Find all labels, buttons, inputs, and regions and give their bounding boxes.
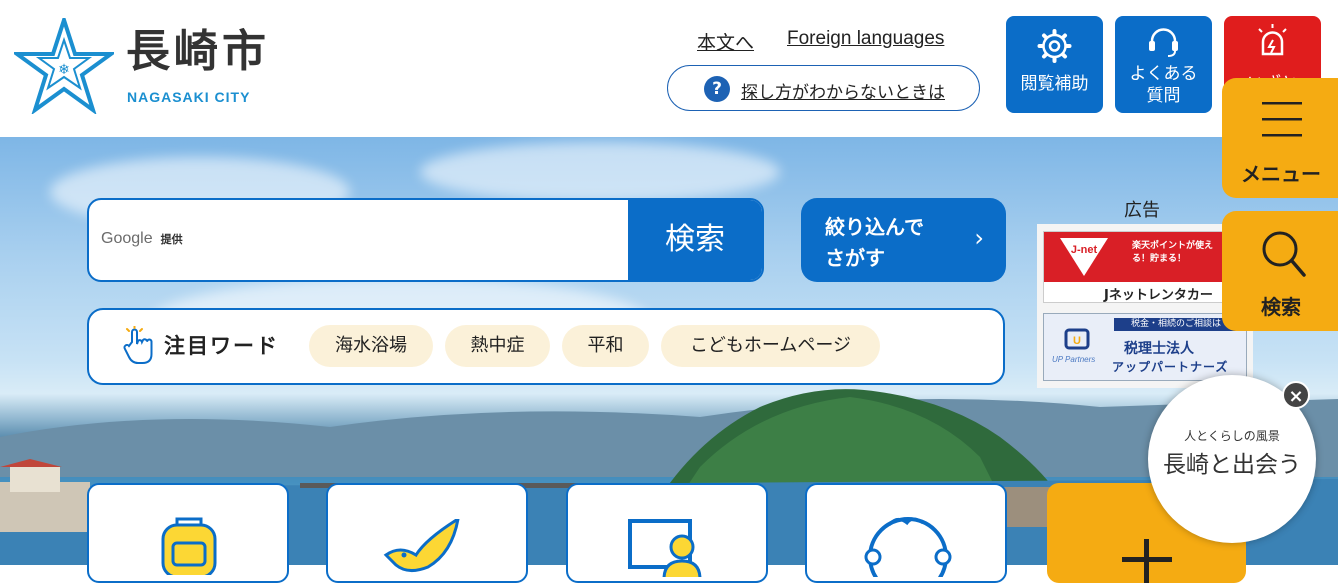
- refine-label-line1: 絞り込んで: [825, 215, 924, 239]
- ad2-top: 税金・相続のご相談は: [1114, 318, 1238, 331]
- attention-words-title: 注目ワード: [164, 334, 279, 358]
- category-card-peace[interactable]: [326, 483, 528, 583]
- ad2-line1: 税理士法人: [1124, 341, 1194, 357]
- menu-label: メニュー: [1241, 162, 1321, 186]
- category-card-procedures[interactable]: [566, 483, 768, 583]
- category-card-childcare[interactable]: [805, 483, 1007, 583]
- ad2-line2: アップパートナーズ: [1112, 360, 1229, 374]
- gear-icon: [1037, 29, 1072, 63]
- close-icon[interactable]: ×: [1282, 381, 1310, 409]
- accessibility-label: 閲覧補助: [1020, 74, 1089, 94]
- person-screen-icon: [628, 519, 702, 577]
- ad-banner-up-partners[interactable]: 税金・相続のご相談は U UP Partners 税理士法人 アップパートナーズ: [1043, 313, 1247, 381]
- promo-title: 長崎と出会う: [1163, 452, 1301, 478]
- svg-text:U: U: [1073, 335, 1081, 347]
- help-search-button[interactable]: ? 探し方がわからないときは: [667, 65, 980, 111]
- skip-to-main-link[interactable]: 本文へ: [697, 28, 754, 55]
- keyword-chip[interactable]: 熱中症: [445, 325, 550, 367]
- accessibility-button[interactable]: 閲覧補助: [1006, 16, 1103, 113]
- search-input[interactable]: [89, 200, 643, 280]
- keyword-chip[interactable]: 平和: [562, 325, 649, 367]
- ad1-badge: 楽天ポイントが使える！貯まる！: [1132, 241, 1214, 264]
- alarm-icon: [1258, 24, 1287, 56]
- site-search-form: Google 提供 検索: [87, 198, 764, 282]
- svg-text:❄: ❄: [58, 62, 70, 78]
- hamburger-icon: [1262, 102, 1302, 137]
- dove-icon: [383, 519, 460, 572]
- headset-icon: [1149, 28, 1178, 57]
- jnet-logo-icon: J-net: [1060, 238, 1108, 276]
- ad-label: 広告: [1124, 200, 1160, 221]
- help-search-label: 探し方がわからないときは: [741, 83, 945, 103]
- ad-banner-jnet[interactable]: J-net 楽天ポイントが使える！貯まる！ Jネットレンタカー: [1043, 231, 1247, 303]
- logo-subtitle: NAGASAKI CITY: [127, 89, 251, 105]
- up-partners-logo-text: UP Partners: [1052, 355, 1095, 364]
- jnet-logo-text: J-net: [1071, 244, 1098, 256]
- logo-title[interactable]: 長崎市: [126, 30, 270, 74]
- backpack-icon: [161, 517, 217, 575]
- site-header: ❄ 長崎市 NAGASAKI CITY 本文へ Foreign language…: [0, 0, 1338, 137]
- nagasaki-star-logo-icon[interactable]: ❄: [14, 18, 114, 114]
- side-search-button[interactable]: 検索: [1222, 211, 1338, 331]
- ad1-title: Jネットレンタカー: [1104, 288, 1213, 303]
- chevron-right-icon: ›: [974, 224, 984, 252]
- keyword-chip[interactable]: こどもホームページ: [661, 325, 880, 367]
- up-partners-logo-icon: U UP Partners: [1052, 328, 1095, 364]
- faq-label: よくある 質問: [1129, 64, 1198, 106]
- question-icon: ?: [704, 76, 730, 102]
- menu-button[interactable]: メニュー: [1222, 78, 1338, 198]
- magnifier-icon: [1262, 231, 1306, 277]
- promo-subtitle: 人とくらしの風景: [1184, 429, 1280, 443]
- plus-icon: [1122, 539, 1172, 583]
- category-card-school[interactable]: [87, 483, 289, 583]
- pointing-hand-icon: [123, 326, 153, 364]
- keyword-chip[interactable]: 海水浴場: [309, 325, 433, 367]
- baby-face-icon: [864, 517, 952, 577]
- search-button[interactable]: 検索: [628, 200, 762, 280]
- ad-area: J-net 楽天ポイントが使える！貯まる！ Jネットレンタカー 税金・相続のご相…: [1037, 224, 1253, 388]
- refine-search-button[interactable]: 絞り込んで さがす ›: [801, 198, 1006, 282]
- side-search-label: 検索: [1261, 295, 1301, 319]
- foreign-languages-link[interactable]: Foreign languages: [787, 28, 944, 50]
- refine-label-line2: さがす: [825, 246, 885, 270]
- faq-button[interactable]: よくある 質問: [1115, 16, 1212, 113]
- attention-words-panel: 注目ワード 海水浴場 熱中症 平和 こどもホームページ: [87, 308, 1005, 385]
